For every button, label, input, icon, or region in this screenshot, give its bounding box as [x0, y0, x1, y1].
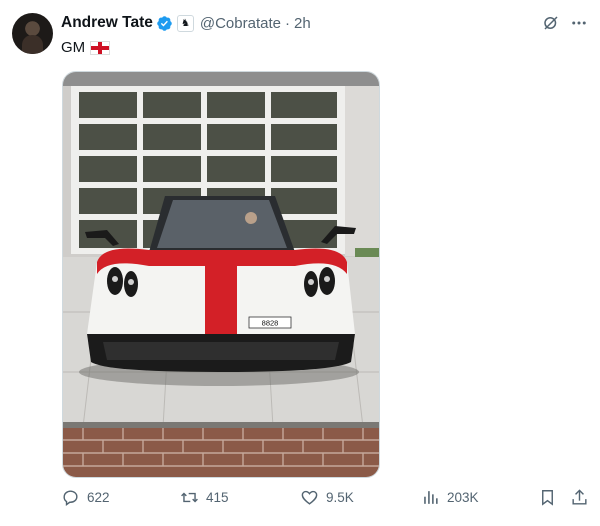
tweet: Andrew Tate ♞ @Cobratate · 2h GM 8828 62… [0, 0, 600, 526]
verified-badge-icon[interactable] [156, 15, 173, 32]
repost-icon [181, 492, 198, 503]
separator-dot: · [284, 14, 290, 32]
reply-icon [63, 490, 78, 507]
post-time[interactable]: 2h [294, 15, 311, 32]
share-button[interactable] [570, 488, 596, 507]
more-icon[interactable] [569, 13, 589, 33]
post-text-row: GM [61, 39, 111, 56]
like-count: 9.5K [326, 490, 354, 505]
heart-icon [301, 490, 318, 505]
avatar[interactable] [12, 13, 53, 54]
share-icon [572, 489, 587, 505]
license-plate: 8828 [262, 319, 279, 328]
author-name[interactable]: Andrew Tate [61, 14, 153, 32]
bookmark-icon [542, 490, 553, 506]
tweet-header: Andrew Tate ♞ @Cobratate · 2h [61, 13, 311, 33]
views-count: 203K [447, 490, 479, 505]
post-image[interactable]: 8828 [62, 71, 380, 478]
affiliate-badge-icon[interactable]: ♞ [176, 14, 194, 32]
author-handle[interactable]: @Cobratate [200, 15, 281, 32]
england-flag-icon [90, 40, 111, 55]
grok-icon[interactable] [541, 13, 561, 33]
repost-button[interactable]: 415 [180, 488, 229, 507]
views-button[interactable]: 203K [421, 488, 479, 507]
post-text: GM [61, 39, 86, 56]
reply-count: 622 [87, 490, 110, 505]
repost-count: 415 [206, 490, 229, 505]
action-bar: 622 415 9.5K 203K [0, 488, 600, 512]
like-button[interactable]: 9.5K [300, 488, 354, 507]
bookmark-button[interactable] [538, 488, 564, 507]
reply-button[interactable]: 622 [61, 488, 110, 507]
views-icon [424, 491, 438, 504]
